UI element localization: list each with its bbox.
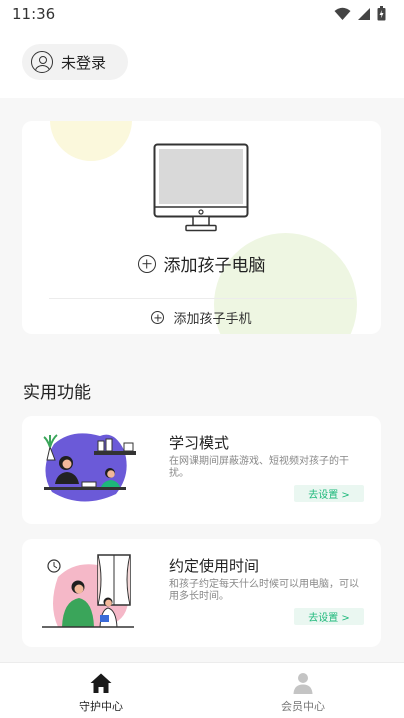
nav-item-member-center[interactable]: 会员中心	[263, 672, 343, 714]
status-icons	[334, 6, 386, 21]
bottom-nav: 守护中心 会员中心	[0, 662, 404, 718]
study-mode-card[interactable]: 学习模式 在网课期间屏蔽游戏、短视频对孩子的干扰。 去设置 >	[22, 416, 381, 524]
usage-time-illustration	[42, 554, 134, 628]
add-circle-icon	[137, 254, 156, 273]
nav-label: 会员中心	[281, 700, 325, 713]
add-circle-icon	[151, 311, 165, 324]
person-icon	[293, 673, 313, 694]
status-time: 11:36	[12, 5, 56, 23]
login-status-label: 未登录	[61, 53, 107, 72]
add-child-pc-button[interactable]: 添加孩子电脑	[22, 251, 381, 276]
avatar-icon	[31, 51, 53, 73]
feature-title: 约定使用时间	[169, 557, 260, 575]
status-bar: 11:36	[0, 0, 404, 28]
add-child-phone-label: 添加孩子手机	[173, 312, 252, 327]
study-mode-settings-button[interactable]: 去设置 >	[294, 485, 364, 502]
add-child-pc-label: 添加孩子电脑	[163, 256, 266, 276]
add-device-card: 添加孩子电脑 添加孩子手机	[22, 121, 381, 334]
usage-time-card[interactable]: 约定使用时间 和孩子约定每天什么时候可以用电脑，可以用多长时间。 去设置 >	[22, 539, 381, 647]
header: 未登录	[0, 28, 404, 98]
add-child-phone-button[interactable]: 添加孩子手机	[22, 308, 381, 327]
feature-title: 学习模式	[169, 434, 230, 452]
computer-monitor-icon	[153, 143, 249, 232]
nav-label: 守护中心	[79, 700, 123, 713]
divider	[49, 298, 354, 299]
wifi-icon	[334, 7, 351, 20]
feature-description: 和孩子约定每天什么时候可以用电脑，可以用多长时间。	[169, 579, 359, 602]
decor-circle-yellow	[50, 121, 132, 161]
section-title: 实用功能	[23, 383, 91, 403]
usage-time-settings-button[interactable]: 去设置 >	[294, 608, 364, 625]
signal-icon	[358, 7, 370, 20]
home-icon	[90, 673, 112, 693]
nav-item-guard-center[interactable]: 守护中心	[61, 672, 141, 714]
study-illustration	[43, 433, 136, 502]
feature-description: 在网课期间屏蔽游戏、短视频对孩子的干扰。	[169, 456, 349, 479]
login-button[interactable]: 未登录	[22, 44, 128, 80]
battery-icon	[377, 6, 386, 21]
